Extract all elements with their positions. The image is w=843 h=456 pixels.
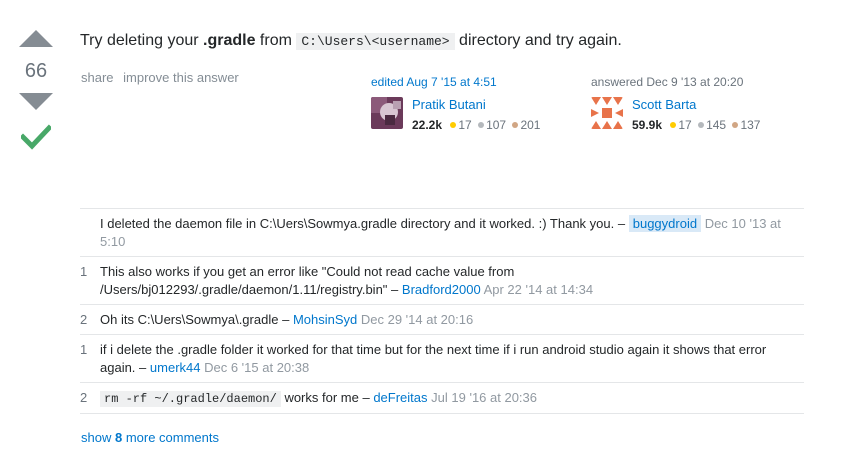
comment-user-link[interactable]: buggydroid — [628, 215, 702, 232]
comment-date-link[interactable]: Apr 22 '14 at 14:34 — [484, 282, 593, 297]
comment-text: works for me — [280, 390, 359, 405]
comment-score: 1 — [80, 342, 88, 357]
accepted-checkmark-icon — [21, 124, 51, 150]
comment-user-link[interactable]: umerk44 — [150, 360, 201, 375]
comment-dash: – — [362, 390, 370, 405]
editor-username[interactable]: Pratik Butani — [412, 97, 540, 113]
comment: 2 rm -rf ~/.gradle/daemon/ works for me … — [80, 383, 804, 414]
editor-silver-count: 107 — [486, 118, 507, 132]
silver-badge-icon — [478, 122, 485, 129]
answer-text-mid: from — [255, 32, 297, 49]
downvote-arrow-icon[interactable] — [19, 93, 53, 110]
show-more-comments-link[interactable]: show 8 more comments — [81, 430, 219, 445]
comment: 1 This also works if you get an error li… — [80, 257, 804, 305]
comments-list: I deleted the daemon file in C:\Uers\Sow… — [80, 208, 804, 414]
comment-date-link[interactable]: Dec 29 '14 at 20:16 — [361, 312, 473, 327]
improve-answer-link[interactable]: improve this answer — [123, 70, 239, 85]
author-signature: answered Dec 9 '13 at 20:20 Scott Barta … — [591, 73, 760, 133]
editor-reputation: 22.2k 17 107 201 — [412, 117, 540, 133]
answer-container: 66 Try deleting your .gradle from C:\Use… — [0, 0, 843, 456]
comment: 1 if i delete the .gradle folder it work… — [80, 335, 804, 383]
author-username[interactable]: Scott Barta — [632, 97, 760, 113]
comment-date-link[interactable]: Dec 6 '15 at 20:38 — [204, 360, 309, 375]
editor-signature: edited Aug 7 '15 at 4:51 Pratik Butani 2… — [371, 73, 540, 133]
comment-text: if i delete the .gradle folder it worked… — [100, 342, 767, 375]
author-gold-count: 17 — [678, 118, 692, 132]
comment-code: rm -rf ~/.gradle/daemon/ — [100, 391, 281, 407]
vote-cell: 66 — [16, 30, 56, 150]
show-more-prefix: show — [81, 430, 115, 445]
comment-user-link[interactable]: MohsinSyd — [293, 312, 357, 327]
upvote-arrow-icon[interactable] — [19, 30, 53, 47]
post-menu: share improve this answer — [81, 70, 245, 85]
comment-score: 1 — [80, 264, 88, 279]
editor-gold-count: 17 — [458, 118, 472, 132]
answer-text-after: directory and try again. — [454, 32, 622, 49]
comment-dash: – — [282, 312, 290, 327]
author-silver-count: 145 — [706, 118, 727, 132]
author-rep-score: 59.9k — [632, 118, 663, 132]
answer-body: Try deleting your .gradle from C:\Users\… — [80, 30, 800, 53]
editor-bronze-count: 201 — [520, 118, 541, 132]
comment-dash: – — [391, 282, 399, 297]
answer-code-path: C:\Users\<username> — [296, 33, 455, 50]
answered-timestamp: answered Dec 9 '13 at 20:20 — [591, 75, 744, 89]
comment-user-link[interactable]: deFreitas — [373, 390, 427, 405]
comment-score: 2 — [80, 312, 88, 327]
edited-timestamp-link[interactable]: edited Aug 7 '15 at 4:51 — [371, 73, 540, 91]
comment: 2 Oh its C:\Uers\Sowmya\.gradle – Mohsin… — [80, 305, 804, 335]
editor-avatar[interactable] — [371, 97, 403, 129]
comment-text: I deleted the daemon file in C:\Uers\Sow… — [100, 216, 615, 231]
comment-date-link[interactable]: Jul 19 '16 at 20:36 — [431, 390, 537, 405]
comment-dash: – — [617, 216, 626, 231]
answer-bold-gradle: .gradle — [203, 32, 256, 49]
author-bronze-count: 137 — [740, 118, 761, 132]
gold-badge-icon — [450, 122, 457, 129]
comment-score: 2 — [80, 390, 88, 405]
comment: I deleted the daemon file in C:\Uers\Sow… — [80, 209, 804, 257]
bronze-badge-icon — [732, 122, 739, 129]
bronze-badge-icon — [512, 122, 519, 129]
vote-count: 66 — [24, 60, 48, 82]
answer-text-before: Try deleting your — [80, 32, 204, 49]
author-reputation: 59.9k 17 145 137 — [632, 117, 760, 133]
show-more-suffix: more comments — [122, 430, 220, 445]
comment-score — [80, 215, 100, 251]
comment-user-link[interactable]: Bradford2000 — [402, 282, 481, 297]
comment-text: Oh its C:\Uers\Sowmya\.gradle — [100, 312, 279, 327]
comment-dash: – — [139, 360, 147, 375]
gold-badge-icon — [670, 122, 677, 129]
silver-badge-icon — [698, 122, 705, 129]
author-avatar[interactable] — [591, 97, 623, 129]
share-link[interactable]: share — [81, 70, 114, 85]
editor-rep-score: 22.2k — [412, 118, 443, 132]
